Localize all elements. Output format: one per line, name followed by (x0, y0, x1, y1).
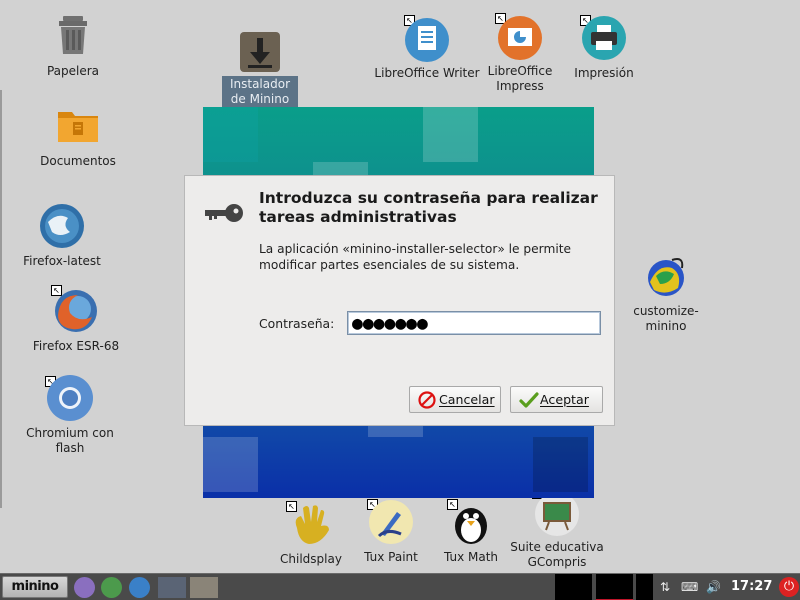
accept-label: Aceptar (540, 392, 589, 407)
desktop-icon-firefox-esr[interactable]: ↖ Firefox ESR-68 (29, 285, 123, 354)
task-window-3[interactable] (636, 574, 653, 600)
files-launcher-icon[interactable] (74, 577, 95, 598)
accept-button[interactable]: Aceptar (510, 386, 603, 413)
desktop-icon-firefox-latest[interactable]: Firefox-latest (22, 202, 102, 269)
installer-label: Instalador de Minino (222, 76, 298, 108)
volume-tray-icon[interactable]: 🔊 (706, 580, 721, 594)
print-label: Impresión (574, 66, 634, 80)
tuxmath-penguin-icon (447, 498, 495, 546)
trash-icon (49, 12, 97, 60)
trash-label: Papelera (46, 64, 100, 78)
documents-label: Documentos (40, 154, 116, 168)
firefox-icon (52, 287, 100, 335)
password-label: Contraseña: (259, 316, 335, 331)
firefox-globe-icon (38, 202, 86, 250)
task-window-1[interactable] (555, 574, 592, 600)
childsplay-hand-icon (287, 500, 335, 548)
cancel-icon (418, 390, 436, 409)
start-menu-button[interactable]: minino (2, 576, 68, 598)
keyboard-tray-icon[interactable]: ⌨ (681, 580, 698, 594)
apps-launcher-icon[interactable] (129, 577, 150, 598)
tuxmath-label: Tux Math (443, 550, 499, 564)
chromium-label: Chromium con flash (26, 426, 114, 455)
start-label: minino (11, 579, 59, 594)
password-field[interactable] (347, 311, 601, 335)
auth-dialog: Introduzca su contraseña para realizar t… (184, 175, 615, 426)
desktop-icon-chromium[interactable]: ↖ Chromium con flash (25, 374, 115, 456)
desktop-icon-gcompris[interactable]: ↖ Suite educativa GCompris (510, 488, 604, 570)
cancel-label: Cancelar (439, 392, 495, 407)
desktop-left-edge (0, 90, 2, 508)
desktop-icon-trash[interactable]: Papelera (38, 12, 108, 79)
cancel-button[interactable]: Cancelar (409, 386, 501, 413)
tuxpaint-label: Tux Paint (364, 550, 418, 564)
installer-download-icon (236, 28, 284, 76)
impress-label: LibreOffice Impress (487, 64, 553, 93)
clock[interactable]: 17:27 (731, 579, 772, 594)
desktop-icon-tuxmath[interactable]: ↖ Tux Math (436, 498, 506, 565)
desktop-icon-print[interactable]: ↖ Impresión (566, 14, 642, 81)
network-tray-icon[interactable]: ⇅ (660, 580, 670, 594)
task-window-2[interactable] (596, 574, 633, 600)
desktop-icon-tuxpaint[interactable]: ↖ Tux Paint (356, 498, 426, 565)
network-launcher-icon[interactable] (101, 577, 122, 598)
customize-minino-icon (642, 252, 690, 300)
folder-documents-icon (54, 102, 102, 150)
customize-label: customize-minino (633, 304, 699, 333)
childsplay-label: Childsplay (280, 552, 342, 566)
dialog-title: Introduzca su contraseña para realizar t… (259, 189, 598, 226)
desktop-icon-childsplay[interactable]: ↖ Childsplay (276, 500, 346, 567)
gcompris-label: Suite educativa GCompris (510, 540, 604, 569)
desktop-icon-installer[interactable]: Instalador de Minino (220, 28, 300, 108)
desktop-icon-writer[interactable]: ↖ LibreOffice Writer (372, 14, 482, 81)
desktop-icon-customize[interactable]: customize-minino (626, 252, 706, 334)
chromium-icon (46, 374, 94, 422)
tuxpaint-brush-icon (367, 498, 415, 546)
firefox-esr-label: Firefox ESR-68 (32, 339, 120, 353)
task-slot-2[interactable] (190, 577, 218, 598)
writer-document-icon (403, 14, 451, 62)
impress-presentation-icon (496, 14, 544, 62)
check-icon (519, 391, 539, 409)
key-icon (203, 202, 245, 224)
taskbar: minino ⇅ ⌨ 🔊 17:27 ⏻ (0, 573, 800, 600)
desktop-icon-impress[interactable]: ↖ LibreOffice Impress (480, 13, 560, 94)
dialog-message: La aplicación «minino-installer-selector… (259, 242, 571, 272)
power-button-icon[interactable]: ⏻ (779, 577, 799, 597)
task-slot-1[interactable] (158, 577, 186, 598)
desktop-icon-documents[interactable]: Documentos (38, 102, 118, 169)
printer-icon (580, 14, 628, 62)
writer-label: LibreOffice Writer (374, 66, 480, 80)
firefox-latest-label: Firefox-latest (23, 254, 101, 268)
